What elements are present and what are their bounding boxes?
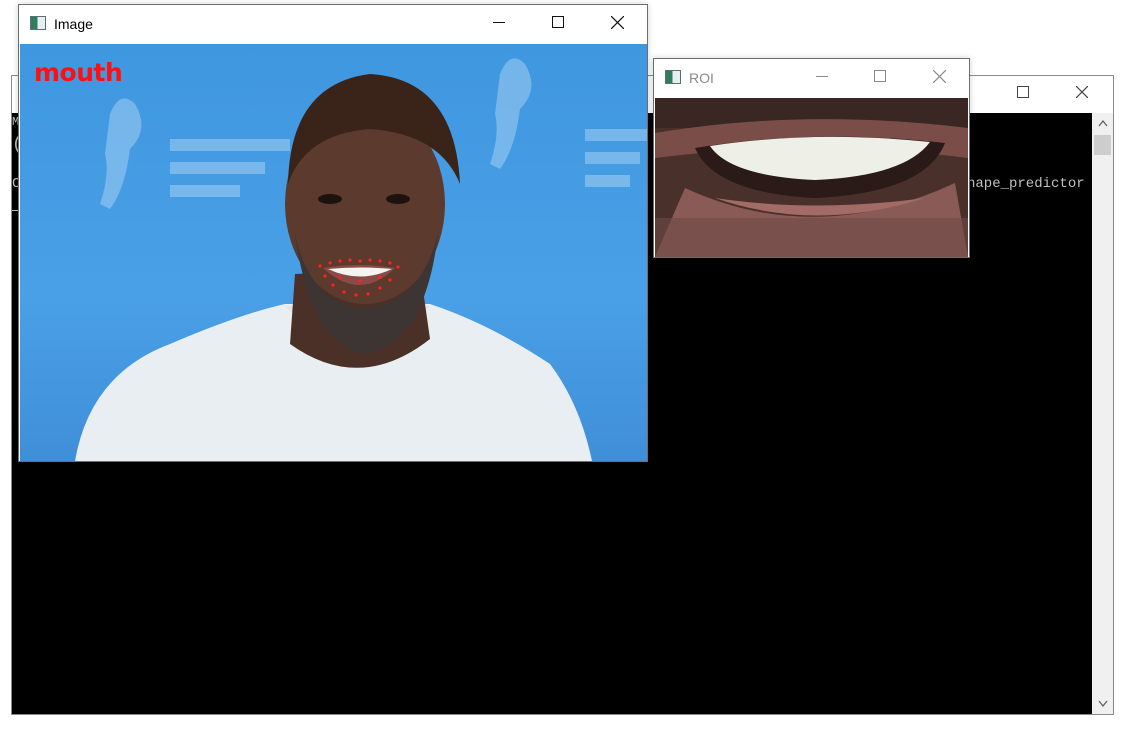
close-button[interactable] [594, 16, 640, 29]
chevron-down-icon [1097, 700, 1108, 708]
chevron-up-icon [1097, 119, 1108, 127]
maximize-icon [552, 16, 564, 28]
maximize-button[interactable] [535, 16, 581, 28]
maximize-icon [874, 70, 886, 82]
roi-window-titlebar[interactable]: ROI [654, 59, 969, 98]
close-button[interactable] [1059, 86, 1105, 98]
close-icon [610, 16, 624, 29]
mouth-crop-photo [655, 98, 968, 257]
image-canvas[interactable]: mouth [20, 44, 647, 461]
roi-window-title: ROI [689, 70, 714, 86]
minimize-button[interactable] [799, 69, 845, 83]
close-icon [1076, 86, 1088, 98]
minimize-button[interactable] [476, 15, 522, 29]
portrait-photo [75, 58, 647, 461]
scrollbar-thumb[interactable] [1094, 135, 1111, 155]
image-window-titlebar[interactable]: Image [19, 5, 647, 44]
image-window-title: Image [54, 16, 93, 32]
scroll-down-button[interactable] [1092, 694, 1113, 714]
close-icon [932, 70, 946, 83]
scroll-up-button[interactable] [1092, 113, 1113, 133]
app-window-icon [665, 70, 681, 84]
minimize-icon [493, 22, 505, 23]
maximize-button[interactable] [1000, 86, 1046, 98]
maximize-icon [1017, 86, 1029, 98]
console-line-3-right: hape_predictor [967, 176, 1085, 192]
image-window[interactable]: Image mouth [18, 4, 648, 462]
close-button[interactable] [916, 70, 962, 83]
roi-canvas[interactable] [655, 98, 968, 257]
maximize-button[interactable] [857, 70, 903, 82]
vertical-scrollbar[interactable] [1092, 113, 1113, 714]
app-window-icon [30, 16, 46, 30]
mouth-overlay-label: mouth [34, 58, 123, 87]
roi-window[interactable]: ROI [653, 58, 970, 258]
minimize-icon [816, 76, 828, 77]
